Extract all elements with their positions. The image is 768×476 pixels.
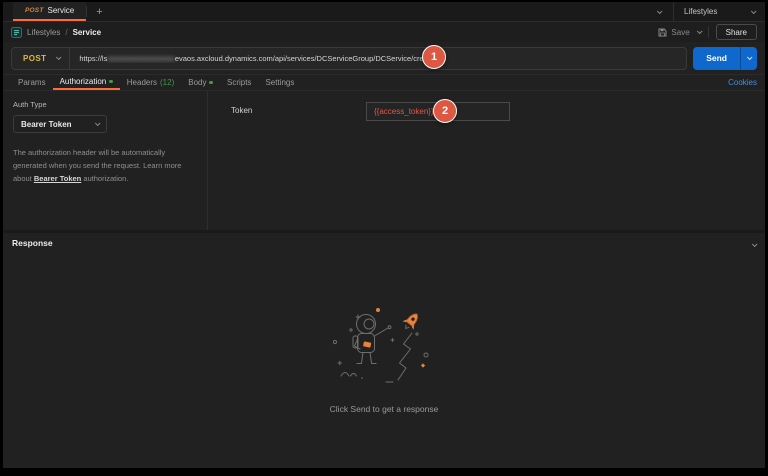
authorization-editor: Auth Type Bearer Token The authorization… [3,91,765,233]
share-button[interactable]: Share [715,24,757,40]
breadcrumb-separator: / [65,27,68,37]
tab-body[interactable]: Body [181,75,220,90]
auth-type-label: Auth Type [13,100,47,109]
chevron-down-icon [750,7,757,14]
open-request-tab[interactable]: POST Service [13,2,87,21]
auth-type-value: Bearer Token [21,119,72,129]
tabbar-right-group: Lifestyles [645,2,765,21]
response-collapse-button[interactable] [751,234,758,252]
response-title: Response [12,238,53,248]
url-field: POST https://lsxxxxxxxxxxxxxxxxxxevaos.a… [11,46,688,70]
tab-authorization-label: Authorization [59,77,107,86]
chevron-down-icon [746,54,753,61]
tab-settings-label: Settings [265,78,295,87]
save-label: Save [671,27,690,37]
auth-type-pane: Auth Type Bearer Token The authorization… [3,91,208,230]
modified-dot [109,79,113,84]
request-tab-bar: POST Service + Lifestyles [3,2,765,22]
response-empty-state: Click Send to get a response [3,253,765,468]
breadcrumb: Lifestyles / Service [11,26,101,38]
url-redacted-segment: xxxxxxxxxxxxxxxxxx [107,53,175,63]
auth-value-pane: Token {{access_token}} [208,91,765,230]
cookies-link[interactable]: Cookies [728,75,757,90]
send-button[interactable]: Send [693,47,740,70]
url-end: evaos.axcloud.dynamics.com/api/services/… [174,53,435,63]
postman-app-window: POST Service + Lifestyles Lifestyles / S… [3,2,765,468]
tab-title-label: Service [47,6,75,15]
collection-icon [11,26,22,38]
tab-params[interactable]: Params [11,75,53,90]
environment-selector[interactable]: Lifestyles [673,2,765,21]
new-tab-button[interactable]: + [87,2,111,21]
toolbar-right-group: Save Share [658,22,757,42]
tab-headers[interactable]: Headers (12) [120,75,181,90]
tab-settings[interactable]: Settings [258,75,301,90]
url-start: https://ls [79,53,108,63]
astronaut-rocket-illustration [332,308,429,383]
headers-count-badge: (12) [160,78,175,87]
send-split-button: Send [693,46,757,70]
toolbar-divider [707,26,709,38]
method-value: POST [23,53,47,63]
url-input[interactable]: https://lsxxxxxxxxxxxxxxxxxxevaos.axclou… [70,54,434,63]
send-options-button[interactable] [740,46,757,70]
empty-response-message: Click Send to get a response [329,404,439,414]
request-section-tabs: Params Authorization Headers (12) Body S… [3,75,765,91]
tab-headers-label: Headers [126,78,158,87]
annotation-step-2: 2 [433,99,457,123]
modified-dot [209,80,213,85]
url-bar-row: POST https://lsxxxxxxxxxxxxxxxxxxevaos.a… [3,42,765,75]
breadcrumb-workspace[interactable]: Lifestyles [27,28,60,37]
auth-description: The authorization header will be automat… [13,146,197,185]
method-dropdown[interactable]: POST [12,54,69,63]
environment-name: Lifestyles [684,7,718,16]
breadcrumb-request-name[interactable]: Service [73,28,101,37]
response-header: Response [3,233,765,253]
save-button[interactable]: Save [658,27,690,37]
breadcrumb-toolbar: Lifestyles / Service Save Share [3,22,765,42]
auth-type-dropdown[interactable]: Bearer Token [13,115,107,133]
chevron-down-icon [56,54,62,61]
token-label: Token [231,106,253,115]
chevron-down-icon [751,241,758,248]
tab-scripts[interactable]: Scripts [220,75,258,90]
chevron-down-icon [94,120,101,127]
tab-body-label: Body [188,78,207,87]
tab-authorization[interactable]: Authorization [52,75,120,90]
tab-scripts-label: Scripts [226,78,252,87]
save-icon [658,28,667,36]
tab-params-label: Params [18,78,46,87]
save-options-chevron-icon[interactable] [696,28,703,35]
chevron-down-icon [656,7,663,14]
auth-description-text: authorization. [81,174,129,184]
tab-method-label: POST [25,7,44,14]
bearer-token-docs-link[interactable]: Bearer Token [34,174,81,183]
annotation-step-1: 1 [422,45,446,69]
tab-overflow-button[interactable] [645,2,673,21]
